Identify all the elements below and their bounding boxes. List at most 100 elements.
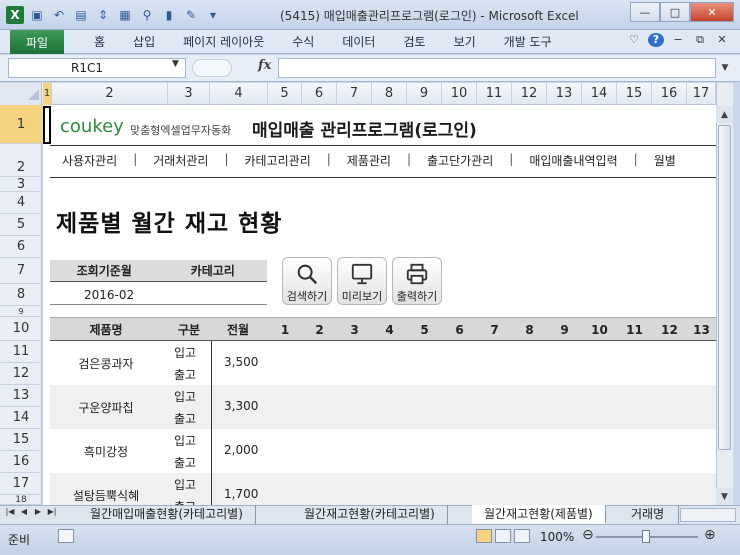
help-icon[interactable]: ? <box>648 33 664 47</box>
customize-qat-icon[interactable]: ▾ <box>204 6 222 24</box>
sheet-tab[interactable]: 월간매입매출현황(카테고리별) <box>78 505 256 524</box>
row-header[interactable]: 16 <box>0 451 42 473</box>
column-header[interactable]: 6 <box>302 83 337 105</box>
filter-date-field[interactable]: 2016-02 <box>84 288 134 302</box>
prev-sheet-icon[interactable]: ◀ <box>18 507 30 516</box>
macro-record-icon[interactable] <box>58 529 74 543</box>
row-header[interactable]: 7 <box>0 258 42 284</box>
maximize-button[interactable]: □ <box>660 2 690 22</box>
column-header[interactable]: 5 <box>268 83 302 105</box>
column-header[interactable]: 2 <box>52 83 168 105</box>
row-header[interactable]: 11 <box>0 341 42 363</box>
form-icon[interactable]: ▤ <box>72 6 90 24</box>
tab-view[interactable]: 보기 <box>440 30 490 54</box>
column-header[interactable]: 7 <box>337 83 372 105</box>
column-header[interactable]: 17 <box>687 83 716 105</box>
column-header[interactable]: 12 <box>512 83 547 105</box>
row-header[interactable]: 15 <box>0 429 42 451</box>
scroll-down-icon[interactable]: ▼ <box>716 488 733 505</box>
zoom-slider-thumb[interactable] <box>642 530 650 543</box>
column-header[interactable]: 3 <box>168 83 210 105</box>
minimize-button[interactable]: — <box>630 2 660 22</box>
horizontal-scrollbar[interactable] <box>680 508 736 522</box>
column-header[interactable]: 4 <box>210 83 268 105</box>
nav-item-users[interactable]: 사용자관리 <box>52 152 127 170</box>
next-sheet-icon[interactable]: ▶ <box>32 507 44 516</box>
page-layout-view-icon[interactable] <box>495 529 511 543</box>
table-icon[interactable]: ▦ <box>116 6 134 24</box>
save-icon[interactable]: ▣ <box>28 6 46 24</box>
nav-item-clients[interactable]: 거래처관리 <box>143 152 218 170</box>
row-header[interactable]: 14 <box>0 407 42 429</box>
zoom-level[interactable]: 100% <box>540 530 574 544</box>
chart-icon[interactable]: ▮ <box>160 6 178 24</box>
name-box-dropdown-icon[interactable]: ▼ <box>172 59 179 69</box>
last-sheet-icon[interactable]: ▶| <box>46 507 58 516</box>
scroll-up-icon[interactable]: ▲ <box>716 106 733 123</box>
row-header[interactable]: 3 <box>0 177 42 192</box>
nav-item-prices[interactable]: 출고단가관리 <box>417 152 503 170</box>
sort-icon[interactable]: ⇕ <box>94 6 112 24</box>
tab-home[interactable]: 홈 <box>80 30 119 54</box>
row-header[interactable]: 9 <box>0 306 42 317</box>
page-break-view-icon[interactable] <box>514 529 530 543</box>
print-button[interactable]: 출력하기 <box>392 257 442 305</box>
column-header[interactable]: 9 <box>407 83 442 105</box>
doc-minimize-icon[interactable]: − <box>670 33 686 47</box>
column-header[interactable]: 15 <box>617 83 652 105</box>
column-header[interactable]: 11 <box>477 83 512 105</box>
tab-page-layout[interactable]: 페이지 레이아웃 <box>169 30 278 54</box>
sheet-tab[interactable]: 거래명 <box>627 505 679 524</box>
column-header[interactable]: 14 <box>582 83 617 105</box>
tab-formulas[interactable]: 수식 <box>278 30 328 54</box>
sheet-tab[interactable]: 월간재고현황(카테고리별) <box>292 505 448 524</box>
doc-close-icon[interactable]: ✕ <box>714 33 730 47</box>
row-header[interactable]: 17 <box>0 473 42 495</box>
name-box[interactable]: R1C1 <box>8 58 186 78</box>
formula-input[interactable] <box>278 58 716 78</box>
zoom-out-icon[interactable]: ⊖ <box>582 527 594 543</box>
row-header[interactable]: 5 <box>0 214 42 236</box>
row-header[interactable]: 12 <box>0 363 42 385</box>
row-header[interactable]: 6 <box>0 236 42 258</box>
first-sheet-icon[interactable]: |◀ <box>4 507 16 516</box>
row-header[interactable]: 18 <box>0 495 42 505</box>
insert-function-icon[interactable]: fx <box>258 58 271 73</box>
doc-restore-icon[interactable]: ⧉ <box>692 33 708 47</box>
column-header[interactable]: 8 <box>372 83 407 105</box>
nav-item-transactions[interactable]: 매입매출내역입력 <box>519 152 627 170</box>
row-header[interactable]: 4 <box>0 192 42 214</box>
nav-item-monthly[interactable]: 월별 <box>644 152 686 170</box>
row-header[interactable]: 2 <box>0 144 42 177</box>
tab-file[interactable]: 파일 <box>10 30 64 54</box>
tab-developer[interactable]: 개발 도구 <box>490 30 566 54</box>
row-header[interactable]: 10 <box>0 317 42 341</box>
row-header[interactable]: 8 <box>0 284 42 306</box>
row-header[interactable]: 13 <box>0 385 42 407</box>
row-header[interactable]: 1 <box>0 105 42 144</box>
normal-view-icon[interactable] <box>476 529 492 543</box>
tab-data[interactable]: 데이터 <box>328 30 389 54</box>
nav-item-categories[interactable]: 카테고리관리 <box>235 152 321 170</box>
nav-item-products[interactable]: 제품관리 <box>337 152 401 170</box>
expand-formula-bar-icon[interactable]: ▼ <box>718 58 732 78</box>
excel-logo-icon[interactable]: X <box>6 6 24 24</box>
edit-icon[interactable]: ✎ <box>182 6 200 24</box>
column-header[interactable]: 16 <box>652 83 687 105</box>
ribbon-collapse-icon[interactable]: ♡ <box>626 33 642 47</box>
page-title: 제품별 월간 재고 현황 <box>56 211 283 237</box>
search-button[interactable]: 검색하기 <box>282 257 332 305</box>
tab-insert[interactable]: 삽입 <box>119 30 169 54</box>
preview-button[interactable]: 미리보기 <box>337 257 387 305</box>
zoom-in-icon[interactable]: ⊕ <box>704 527 716 543</box>
column-header[interactable]: 1 <box>43 83 52 105</box>
undo-icon[interactable]: ↶ <box>50 6 68 24</box>
sheet-tab-active[interactable]: 월간재고현황(제품별) <box>472 505 606 524</box>
vertical-scroll-thumb[interactable] <box>718 125 731 450</box>
tab-review[interactable]: 검토 <box>389 30 439 54</box>
close-button[interactable]: ✕ <box>690 2 734 22</box>
column-header[interactable]: 13 <box>547 83 582 105</box>
column-header[interactable]: 10 <box>442 83 477 105</box>
product-name: 흑미강정 <box>83 445 129 459</box>
filter-icon[interactable]: ⚲ <box>138 6 156 24</box>
